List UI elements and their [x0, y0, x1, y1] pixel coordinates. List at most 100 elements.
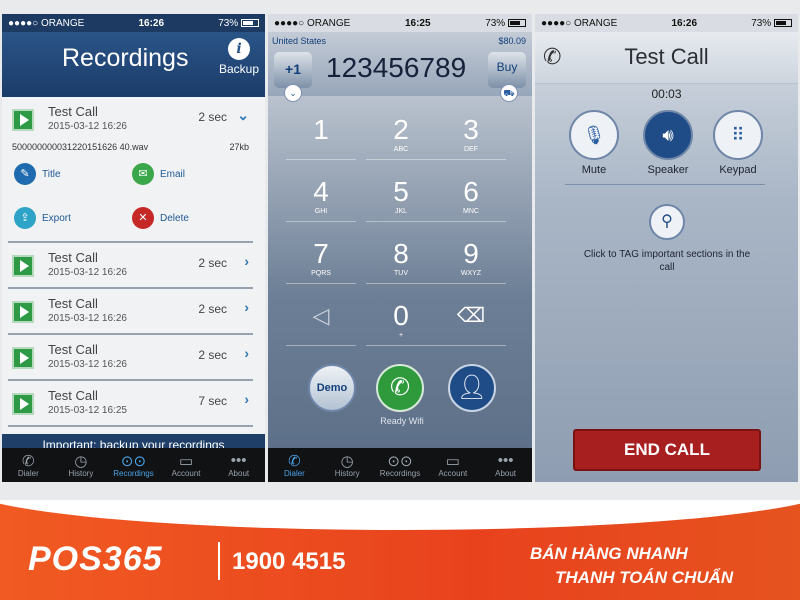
tab-history[interactable]: ◷ History — [321, 448, 374, 482]
key-0[interactable]: 0 + — [366, 300, 436, 346]
backup-label: Backup — [218, 62, 259, 76]
back-key[interactable]: ◁ — [286, 300, 356, 346]
delete-button[interactable]: ✕ Delete — [132, 207, 189, 229]
battery-icon — [773, 18, 792, 27]
tab-account[interactable]: ▭ Account — [160, 448, 213, 482]
tab-account[interactable]: ▭ Account — [426, 448, 479, 482]
mute-button[interactable]: 🎙︎ — [569, 110, 619, 160]
title-button[interactable]: ✎ Title — [14, 163, 61, 185]
tab-history[interactable]: ◷ History — [55, 448, 108, 482]
backspace-key[interactable]: ⌫ — [436, 300, 506, 346]
email-button[interactable]: ✉ Email — [132, 163, 185, 185]
export-label: Export — [42, 212, 71, 224]
recording-name: Test Call — [48, 250, 98, 265]
status-bar: ●●●●○ ORANGE 16:26 73% — [535, 14, 798, 32]
battery: 73% — [218, 18, 259, 29]
call-title: Test Call — [624, 44, 709, 69]
tab-recordings[interactable]: ⊙⊙ Recordings — [107, 448, 160, 482]
backup-button[interactable]: i Backup — [219, 38, 259, 76]
recording-name: Test Call — [48, 388, 98, 403]
status-bar: ●●●●○ ORANGE 16:25 73% — [268, 14, 532, 32]
mute-label: Mute — [581, 164, 607, 176]
country-label[interactable]: United States — [272, 36, 326, 46]
demo-button[interactable]: Demo — [308, 364, 356, 412]
tag-hint: Click to TAG important sections in the c… — [583, 249, 751, 273]
play-icon[interactable] — [12, 301, 34, 323]
call-timer: 00:03 — [651, 87, 682, 101]
dial-display: United States $80.09 +1 ⌄ 123456789 Buy … — [268, 32, 532, 102]
dialed-number: 123456789 — [326, 52, 467, 83]
battery-icon — [507, 18, 526, 27]
chevron-right-icon[interactable]: › — [244, 253, 249, 269]
speaker-button[interactable]: 🔊︎ — [643, 110, 693, 160]
play-icon[interactable] — [12, 393, 34, 415]
list-item-expanded[interactable]: Test Call 2015-03-12 16:26 2 sec ⌄ 50000… — [8, 97, 253, 243]
list-item[interactable]: Test Call 2015-03-12 16:26 2 sec › — [8, 243, 253, 289]
tab-recordings[interactable]: ⊙⊙ Recordings — [374, 448, 427, 482]
chevron-right-icon[interactable]: › — [244, 391, 249, 407]
key-1[interactable]: 1 — [286, 114, 356, 160]
cart-icon[interactable]: ⛟ — [500, 84, 518, 102]
recording-duration: 7 sec — [198, 394, 227, 408]
key-8[interactable]: 8 TUV — [366, 238, 436, 284]
battery: 73% — [485, 18, 526, 29]
play-icon[interactable] — [12, 255, 34, 277]
carrier: ●●●●○ ORANGE — [541, 17, 618, 29]
status-bar: ●●●●○ ORANGE 16:26 73% — [2, 14, 265, 32]
key-2[interactable]: 2 ABC — [366, 114, 436, 160]
title-label: Title — [42, 168, 61, 180]
phone-icon: ✆ — [22, 453, 35, 470]
speaker-icon: 🔊︎ — [662, 125, 674, 145]
recording-duration: 2 sec — [198, 110, 227, 124]
recording-date: 2015-03-12 16:26 — [48, 267, 127, 278]
clock: 16:26 — [138, 17, 165, 29]
recording-filename: 500000000031220151626 40.wav — [12, 142, 149, 152]
clock: 16:25 — [404, 17, 431, 29]
tab-bar: ✆ Dialer ◷ History ⊙⊙ Recordings ▭ Account •… — [2, 448, 265, 482]
call-header: ✆ Test Call — [535, 32, 798, 84]
tab-about[interactable]: ••• About — [212, 448, 265, 482]
key-9[interactable]: 9 WXYZ — [436, 238, 506, 284]
key-4[interactable]: 4 GHI — [286, 176, 356, 222]
call-button[interactable]: ✆ — [376, 364, 424, 412]
chevron-down-icon[interactable]: ⌄ — [237, 107, 249, 124]
tape-icon: ⊙⊙ — [120, 453, 147, 470]
list-item[interactable]: Test Call 2015-03-12 16:25 7 sec › — [8, 381, 253, 427]
chevron-right-icon[interactable]: › — [244, 345, 249, 361]
country-code-button[interactable]: +1 — [274, 52, 312, 88]
recording-date: 2015-03-12 16:26 — [48, 121, 127, 132]
recordings-screen: ●●●●○ ORANGE 16:26 73% Recordings i Back… — [2, 14, 265, 482]
list-item[interactable]: Test Call 2015-03-12 16:26 2 sec › — [8, 289, 253, 335]
battery: 73% — [751, 18, 792, 29]
recording-duration: 2 sec — [198, 302, 227, 316]
export-icon: ⇪ — [14, 207, 36, 229]
key-7[interactable]: 7 PQRS — [286, 238, 356, 284]
tag-button[interactable]: ⚲ — [649, 204, 685, 240]
hotline: 1900 4515 — [232, 548, 346, 575]
keypad-button[interactable]: ⠿ — [713, 110, 763, 160]
tab-dialer[interactable]: ✆ Dialer — [2, 448, 55, 482]
play-icon[interactable] — [12, 347, 34, 369]
contacts-button[interactable]: 👤︎ — [448, 364, 496, 412]
end-call-button[interactable]: END CALL — [573, 429, 761, 471]
chevron-right-icon[interactable]: › — [244, 299, 249, 315]
brand-footer: POS365 1900 4515 BÁN HÀNG NHANH THANH TO… — [0, 500, 800, 600]
dialer-screen: ●●●●○ ORANGE 16:25 73% United States $80… — [268, 14, 532, 482]
key-3[interactable]: 3 DEF — [436, 114, 506, 160]
envelope-icon: ✉ — [132, 163, 154, 185]
divider — [565, 184, 765, 185]
connection-status: Ready Wifi — [380, 416, 424, 426]
play-icon[interactable] — [12, 109, 34, 131]
export-button[interactable]: ⇪ Export — [14, 207, 71, 229]
microphone-icon: 🎙︎ — [582, 125, 606, 145]
chevron-down-icon[interactable]: ⌄ — [284, 84, 302, 102]
carrier: ●●●●○ ORANGE — [8, 17, 85, 29]
key-6[interactable]: 6 MNC — [436, 176, 506, 222]
key-5[interactable]: 5 JKL — [366, 176, 436, 222]
card-icon: ▭ — [445, 453, 460, 470]
page-title: Recordings — [62, 44, 189, 72]
tab-dialer[interactable]: ✆ Dialer — [268, 448, 321, 482]
buy-button[interactable]: Buy — [488, 52, 526, 88]
list-item[interactable]: Test Call 2015-03-12 16:26 2 sec › — [8, 335, 253, 381]
tab-about[interactable]: ••• About — [479, 448, 532, 482]
